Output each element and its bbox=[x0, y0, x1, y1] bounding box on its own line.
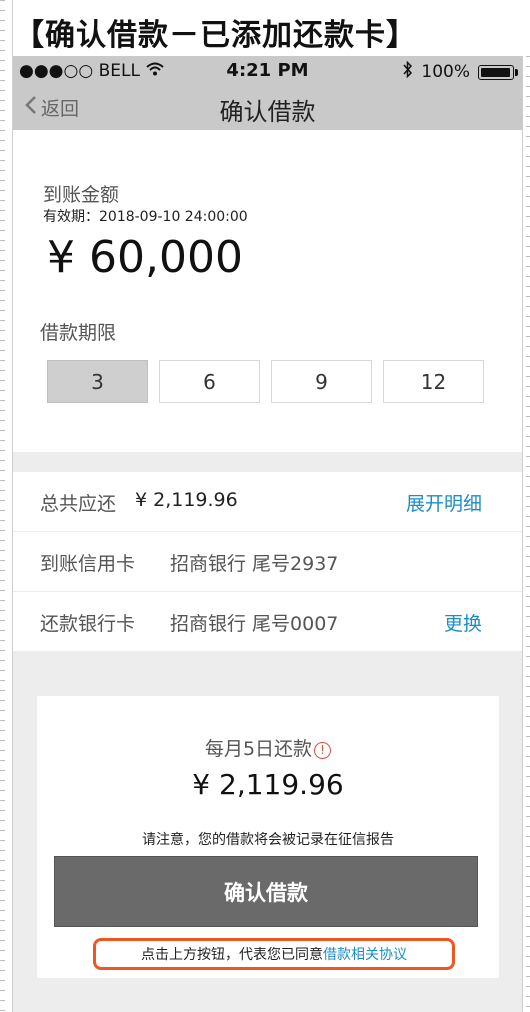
term-option-6[interactable]: 6 bbox=[159, 360, 260, 403]
total-repay-label: 总共应还 bbox=[40, 493, 117, 515]
detail-list: 总共应还 ¥ 2,119.96 展开明细 到账信用卡 招商银行 尾号2937 还… bbox=[13, 472, 522, 651]
loan-amount: ¥ 60,000 bbox=[47, 232, 243, 283]
status-right: 100% bbox=[403, 60, 518, 83]
term-option-12[interactable]: 12 bbox=[383, 360, 484, 403]
battery-icon bbox=[478, 64, 518, 80]
credit-notice: 请注意，您的借款将会被记录在征信报告 bbox=[142, 832, 394, 848]
repay-card-value: 招商银行 尾号0007 bbox=[170, 613, 339, 635]
repayment-schedule: 每月5日还款! bbox=[37, 734, 499, 761]
status-bar: ●●●○○ BELL 4:21 PM 100% bbox=[13, 56, 522, 86]
monthly-amount: ¥ 2,119.96 bbox=[192, 768, 344, 801]
battery-percent: 100% bbox=[421, 62, 470, 82]
term-option-9[interactable]: 9 bbox=[271, 360, 372, 403]
nav-bar: 返回 确认借款 bbox=[13, 86, 522, 130]
amount-section: 到账金额 有效期：2018-09-10 24:00:00 ¥ 60,000 借款… bbox=[13, 130, 522, 452]
term-label: 借款期限 bbox=[40, 322, 117, 344]
phone-screen: ●●●○○ BELL 4:21 PM 100% 返回 确认借款 到账金额 有效期… bbox=[13, 56, 522, 1012]
repay-card-row: 还款银行卡 招商银行 尾号0007 更换 bbox=[13, 592, 522, 651]
validity-text: 有效期：2018-09-10 24:00:00 bbox=[43, 209, 248, 225]
total-repay-value: ¥ 2,119.96 bbox=[135, 489, 238, 511]
nav-title: 确认借款 bbox=[219, 98, 316, 126]
repayment-card: 每月5日还款! ¥ 2,119.96 请注意，您的借款将会被记录在征信报告 确认… bbox=[37, 696, 499, 978]
term-option-3[interactable]: 3 bbox=[47, 360, 148, 403]
repay-card-label: 还款银行卡 bbox=[40, 613, 136, 635]
term-options: 3 6 9 12 bbox=[47, 360, 484, 403]
right-ruler bbox=[522, 56, 530, 1012]
credit-card-label: 到账信用卡 bbox=[40, 553, 136, 575]
credit-card-row: 到账信用卡 招商银行 尾号2937 bbox=[13, 532, 522, 592]
page-title: 【确认借款－已添加还款卡】 bbox=[14, 18, 417, 53]
confirm-loan-button[interactable]: 确认借款 bbox=[54, 856, 478, 927]
repayment-schedule-text: 每月5日还款 bbox=[204, 738, 313, 760]
credit-card-value: 招商银行 尾号2937 bbox=[170, 553, 339, 575]
info-warning-icon[interactable]: ! bbox=[314, 742, 332, 759]
agreement-link[interactable]: 借款相关协议 bbox=[323, 944, 407, 964]
agreement-notice: 点击上方按钮，代表您已同意 借款相关协议 bbox=[93, 938, 455, 970]
total-repay-row: 总共应还 ¥ 2,119.96 展开明细 bbox=[13, 472, 522, 532]
agreement-prefix: 点击上方按钮，代表您已同意 bbox=[141, 947, 323, 963]
expand-details-link[interactable]: 展开明细 bbox=[406, 489, 482, 516]
left-ruler bbox=[0, 0, 13, 1012]
amount-label: 到账金额 bbox=[43, 184, 120, 206]
change-card-link[interactable]: 更换 bbox=[444, 609, 482, 636]
bluetooth-icon bbox=[403, 60, 413, 83]
